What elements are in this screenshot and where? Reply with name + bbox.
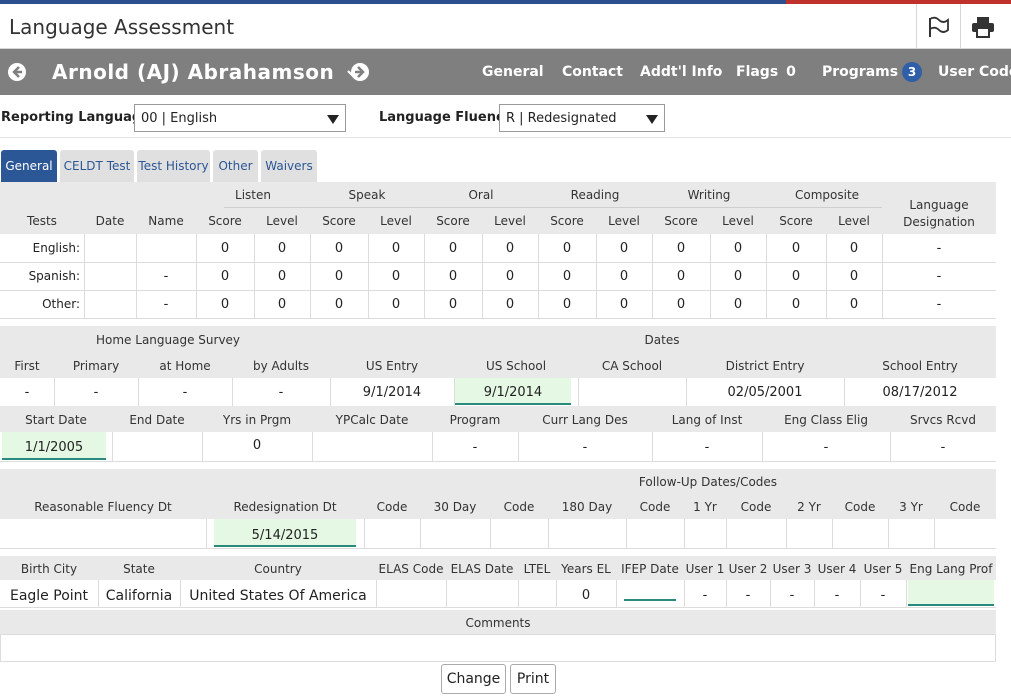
nav-user-code[interactable]: User Code bbox=[938, 64, 1011, 80]
next-student-button[interactable] bbox=[351, 63, 369, 81]
printer-icon bbox=[971, 16, 994, 38]
tab-waivers[interactable]: Waivers bbox=[261, 150, 317, 182]
tab-test-history[interactable]: Test History bbox=[137, 150, 210, 182]
student-bar: Arnold (AJ) Abrahamson General Contact A… bbox=[0, 49, 1011, 95]
programs-count-badge: 3 bbox=[902, 62, 923, 82]
tab-general[interactable]: General bbox=[1, 150, 57, 182]
flag-icon bbox=[928, 16, 949, 37]
reporting-language-label: Reporting Language: bbox=[1, 110, 156, 125]
arrow-left-icon bbox=[12, 66, 22, 78]
comments-section: Comments bbox=[0, 610, 996, 662]
flags-count: 0 bbox=[786, 64, 796, 80]
language-fluency-label: Language Fluency: bbox=[379, 110, 518, 125]
nav-general[interactable]: General bbox=[482, 64, 544, 80]
filter-bar: Reporting Language: 00 | English Languag… bbox=[0, 95, 1011, 138]
eng-lang-prof-field[interactable] bbox=[908, 580, 994, 606]
tab-other[interactable]: Other bbox=[213, 150, 258, 182]
nav-contact[interactable]: Contact bbox=[562, 64, 623, 80]
nav-addtl-info[interactable]: Addt'l Info bbox=[640, 64, 722, 80]
tab-celdt-test[interactable]: CELDT Test bbox=[60, 150, 134, 182]
flag-button[interactable] bbox=[916, 4, 960, 49]
page-title: Language Assessment bbox=[9, 15, 235, 39]
arrow-right-icon bbox=[355, 66, 365, 78]
nav-flags[interactable]: Flags 0 bbox=[736, 64, 796, 80]
change-button[interactable]: Change bbox=[441, 664, 506, 694]
language-designation-header: Language Designation bbox=[903, 198, 975, 229]
birth-info-table: Birth City State Country ELAS Code ELAS … bbox=[0, 556, 996, 608]
ifep-date-field[interactable] bbox=[624, 599, 676, 601]
tests-table: Listen Speak Oral Reading Writing Compos… bbox=[0, 182, 996, 319]
comments-field[interactable] bbox=[0, 634, 996, 662]
comments-label: Comments bbox=[465, 616, 531, 630]
dropdown-arrow-icon bbox=[327, 115, 339, 124]
language-fluency-select[interactable]: R | Redesignated bbox=[499, 104, 665, 132]
title-bar: Language Assessment bbox=[0, 4, 1011, 49]
nav-programs[interactable]: Programs 3 bbox=[822, 62, 923, 82]
reporting-language-select[interactable]: 00 | English bbox=[134, 104, 346, 132]
print-button[interactable]: Print bbox=[510, 664, 556, 694]
print-icon-button[interactable] bbox=[960, 4, 1004, 49]
survey-dates-table: Home Language Survey Dates First Primary… bbox=[0, 326, 996, 462]
prev-student-button[interactable] bbox=[8, 63, 26, 81]
followup-table: Follow-Up Dates/Codes Reasonable Fluency… bbox=[0, 469, 996, 549]
student-name[interactable]: Arnold (AJ) Abrahamson bbox=[52, 60, 360, 84]
dropdown-arrow-icon bbox=[646, 115, 658, 124]
